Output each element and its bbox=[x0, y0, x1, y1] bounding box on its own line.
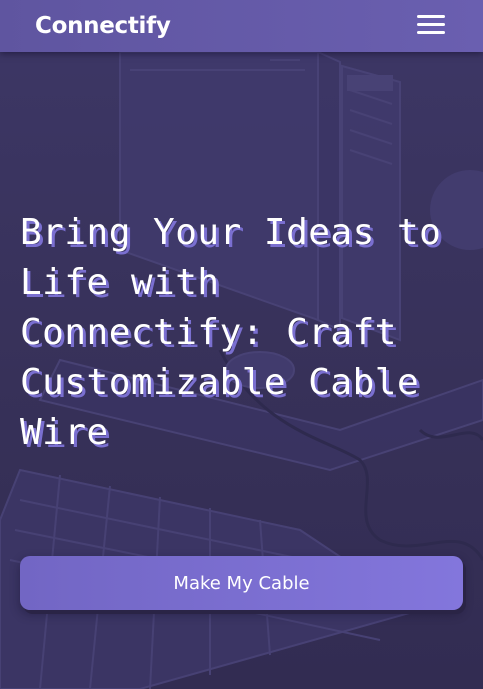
hero-title: Bring Your Ideas to Life with Connectify… bbox=[20, 212, 442, 453]
make-my-cable-button[interactable]: Make My Cable bbox=[20, 556, 463, 610]
brand-logo[interactable]: Connectify bbox=[35, 12, 171, 40]
top-navbar: Connectify bbox=[0, 0, 483, 52]
landing-page: Connectify Bring Your Ideas to Life with… bbox=[0, 0, 483, 689]
menu-line bbox=[417, 31, 445, 34]
menu-line bbox=[417, 15, 445, 18]
menu-line bbox=[417, 23, 445, 26]
hamburger-menu-icon[interactable] bbox=[417, 14, 445, 36]
